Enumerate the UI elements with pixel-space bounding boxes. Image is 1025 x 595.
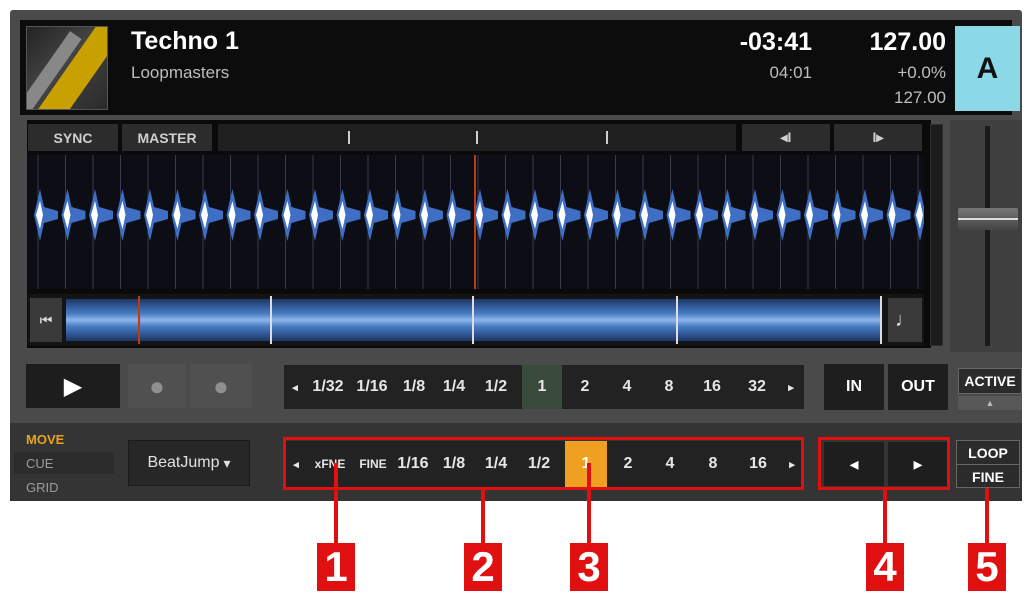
loop-out-button[interactable]: OUT [888,364,948,410]
cue-button[interactable]: ● [128,364,186,408]
callout-line-4 [883,490,887,543]
loop-size-selector: ◂ 1/32 1/16 1/8 1/4 1/2 1 2 4 8 16 32 ▸ [284,365,804,409]
callout-marker-3: 3 [570,543,608,591]
nudge-forward-button[interactable]: I▸ [834,124,922,151]
loop-size-item-selected[interactable]: 1 [522,365,562,409]
time-total: 04:01 [769,63,812,82]
chevron-down-icon: ▾ [223,454,231,471]
callout-line-3 [587,463,591,543]
loop-size-item[interactable]: 8 [648,365,690,409]
loop-fine-top-label: LOOP [968,444,1008,461]
mode-grid-tab[interactable]: GRID [14,476,114,498]
callout-marker-2: 2 [464,543,502,591]
mode-move-tab[interactable]: MOVE [14,428,114,450]
loop-size-item[interactable]: 1/4 [434,365,474,409]
vinyl-icon[interactable]: ● [190,364,252,408]
master-button[interactable]: MASTER [122,124,212,151]
stripe-waveform[interactable] [28,155,924,289]
cue-marker [270,296,272,344]
callout-marker-4: 4 [866,543,904,591]
move-mode-dropdown[interactable]: BeatJump ▾ [128,440,250,486]
loop-active-button[interactable]: ACTIVE [958,368,1022,394]
overview-waveform [66,299,882,341]
pitch-display: +0.0% [897,63,946,82]
jump-to-start-button[interactable]: ⏮ [30,298,62,342]
original-bpm-display: 127.00 [894,88,946,107]
loop-size-item[interactable]: 1/8 [394,365,434,409]
callout-marker-5: 5 [968,543,1006,591]
loop-size-item[interactable]: 2 [564,365,606,409]
overview-position-marker [138,296,140,344]
deck-letter[interactable]: A [955,26,1020,111]
callout-line-5 [985,488,989,543]
mode-cue-tab[interactable]: CUE [14,452,114,474]
tempo-fader-line [958,218,1018,220]
loop-size-item[interactable]: 1/32 [306,365,350,409]
loop-size-item[interactable]: 32 [734,365,780,409]
loop-in-button[interactable]: IN [824,364,884,410]
track-title: Techno 1 [131,27,239,55]
sync-button[interactable]: SYNC [28,124,118,151]
loop-size-item[interactable]: 1/2 [474,365,518,409]
nudge-backward-button[interactable]: ◂I [742,124,830,151]
loop-size-left-arrow[interactable]: ◂ [284,365,306,409]
loop-size-right-arrow[interactable]: ▸ [780,365,802,409]
loop-size-item[interactable]: 1/16 [350,365,394,409]
callout-line-1 [334,463,338,543]
callout-box-move-buttons [818,437,950,490]
callout-box-jump-sizes [283,437,804,490]
loop-fine-toggle[interactable]: LOOP FINE [956,440,1020,488]
loop-size-item[interactable]: 16 [690,365,734,409]
beat-ruler [218,124,736,151]
note-icon[interactable]: ♩ [888,298,922,342]
callout-marker-1: 1 [317,543,355,591]
play-button[interactable]: ▶ [26,364,120,408]
move-mode-value: BeatJump [147,454,220,471]
expand-arrow-icon[interactable]: ▲ [958,396,1022,410]
loop-size-item[interactable]: 4 [606,365,648,409]
waveform-scrollbar[interactable] [930,124,943,346]
time-remaining: -03:41 [739,28,812,56]
cue-marker [880,296,882,344]
cue-marker [676,296,678,344]
track-overview[interactable] [28,294,924,346]
cue-marker [472,296,474,344]
tempo-fader-track[interactable] [985,126,990,346]
loop-fine-bottom-label: FINE [972,468,1004,485]
album-cover [26,26,108,110]
track-artist: Loopmasters [131,63,230,82]
waveform-graphic [34,155,924,289]
callout-line-2 [481,490,485,543]
bpm-display: 127.00 [869,28,946,56]
